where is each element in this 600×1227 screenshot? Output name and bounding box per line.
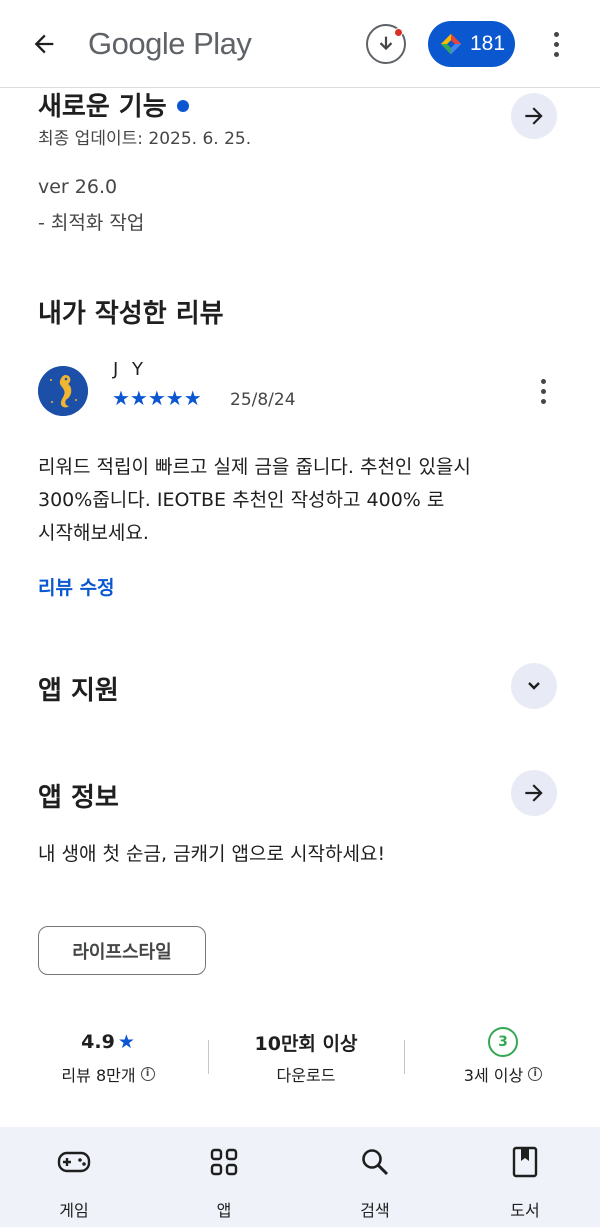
app-support-expand-button[interactable] <box>511 663 557 709</box>
download-arrow-icon <box>379 36 393 51</box>
play-points-count: 181 <box>470 32 506 55</box>
nav-search[interactable]: 검색 <box>335 1145 415 1221</box>
review-text: 리워드 적립이 빠르고 실제 금을 줍니다. 추천인 있을시 300%줍니다. … <box>38 451 558 550</box>
play-points-button[interactable]: 181 <box>428 21 515 67</box>
reviewer-name: J Y <box>113 359 148 380</box>
downloads-value: 10만회 이상 <box>254 1032 358 1055</box>
nav-apps[interactable]: 앱 <box>184 1145 264 1221</box>
app-info-title: 앱 정보 <box>38 783 119 813</box>
my-review-title: 내가 작성한 리뷰 <box>38 299 224 329</box>
avatar <box>38 366 88 416</box>
arrow-forward-icon <box>525 107 543 125</box>
nav-books[interactable]: 도서 <box>485 1145 565 1221</box>
arrow-forward-icon <box>525 784 543 802</box>
stat-divider <box>208 1040 209 1074</box>
rating-stat[interactable]: 4.9 ★ 리뷰 8만개 i <box>38 1028 178 1086</box>
whats-new-arrow-button[interactable] <box>511 93 557 139</box>
downloads-label: 다운로드 <box>276 1066 336 1085</box>
app-description: 내 생애 첫 순금, 금캐기 앱으로 시작하세요! <box>38 843 386 865</box>
downloads-stat: 10만회 이상 다운로드 <box>236 1028 376 1086</box>
release-notes: - 최적화 작업 <box>38 212 145 234</box>
back-button[interactable] <box>24 24 64 64</box>
review-count: 리뷰 8만개 <box>61 1066 136 1085</box>
edit-review-link[interactable]: 리뷰 수정 <box>38 573 115 600</box>
star-icon: ★ <box>117 1031 135 1053</box>
app-support-title: 앱 지원 <box>38 676 119 706</box>
nav-games[interactable]: 게임 <box>34 1145 114 1221</box>
chevron-down-icon <box>528 682 540 690</box>
nav-apps-label: 앱 <box>216 1201 232 1220</box>
age-rating-stat[interactable]: 3 3세 이상 i <box>433 1027 573 1086</box>
nav-games-label: 게임 <box>59 1201 89 1220</box>
review-date: 25/8/24 <box>230 390 296 410</box>
google-play-title: Google Play <box>88 26 252 61</box>
info-icon: i <box>140 1067 155 1081</box>
apps-grid-icon <box>210 1148 238 1176</box>
arrow-back-icon <box>34 34 54 54</box>
search-icon <box>362 1149 389 1176</box>
seahorse-avatar-icon <box>38 366 88 416</box>
last-updated: 최종 업데이트: 2025. 6. 25. <box>38 129 252 149</box>
book-icon <box>512 1146 538 1178</box>
version-text: ver 26.0 <box>38 176 118 198</box>
downloads-button[interactable] <box>366 24 406 64</box>
rating-value: 4.9 <box>81 1031 115 1053</box>
nav-search-label: 검색 <box>360 1201 390 1220</box>
top-app-bar: Google Play 181 <box>0 0 600 88</box>
whats-new-title-text: 새로운 기능 <box>38 92 167 122</box>
app-info-arrow-button[interactable] <box>511 770 557 816</box>
category-chip[interactable]: 라이프스타일 <box>38 926 206 975</box>
review-text-line: 시작해보세요. <box>38 522 149 544</box>
age-rating-label: 3세 이상 <box>463 1066 524 1085</box>
nav-books-label: 도서 <box>510 1201 540 1220</box>
bottom-navigation: 게임 앱 검색 도서 <box>0 1127 600 1227</box>
review-more-button[interactable] <box>531 374 555 408</box>
notification-dot <box>394 28 403 37</box>
review-text-line: 리워드 적립이 빠르고 실제 금을 줍니다. 추천인 있을시 <box>38 456 471 478</box>
gamepad-icon <box>57 1151 91 1173</box>
age-rating-badge: 3 <box>488 1027 518 1057</box>
review-stars: ★★★★★ <box>112 386 202 410</box>
new-indicator-dot <box>176 99 189 112</box>
play-points-diamond-icon <box>440 33 462 55</box>
whats-new-title: 새로운 기능 <box>38 86 189 123</box>
review-text-line: 300%줍니다. IEOTBE 추천인 작성하고 400% 로 <box>38 489 445 511</box>
stat-divider <box>404 1040 405 1074</box>
info-icon: i <box>528 1067 543 1081</box>
more-options-button[interactable] <box>542 26 570 62</box>
